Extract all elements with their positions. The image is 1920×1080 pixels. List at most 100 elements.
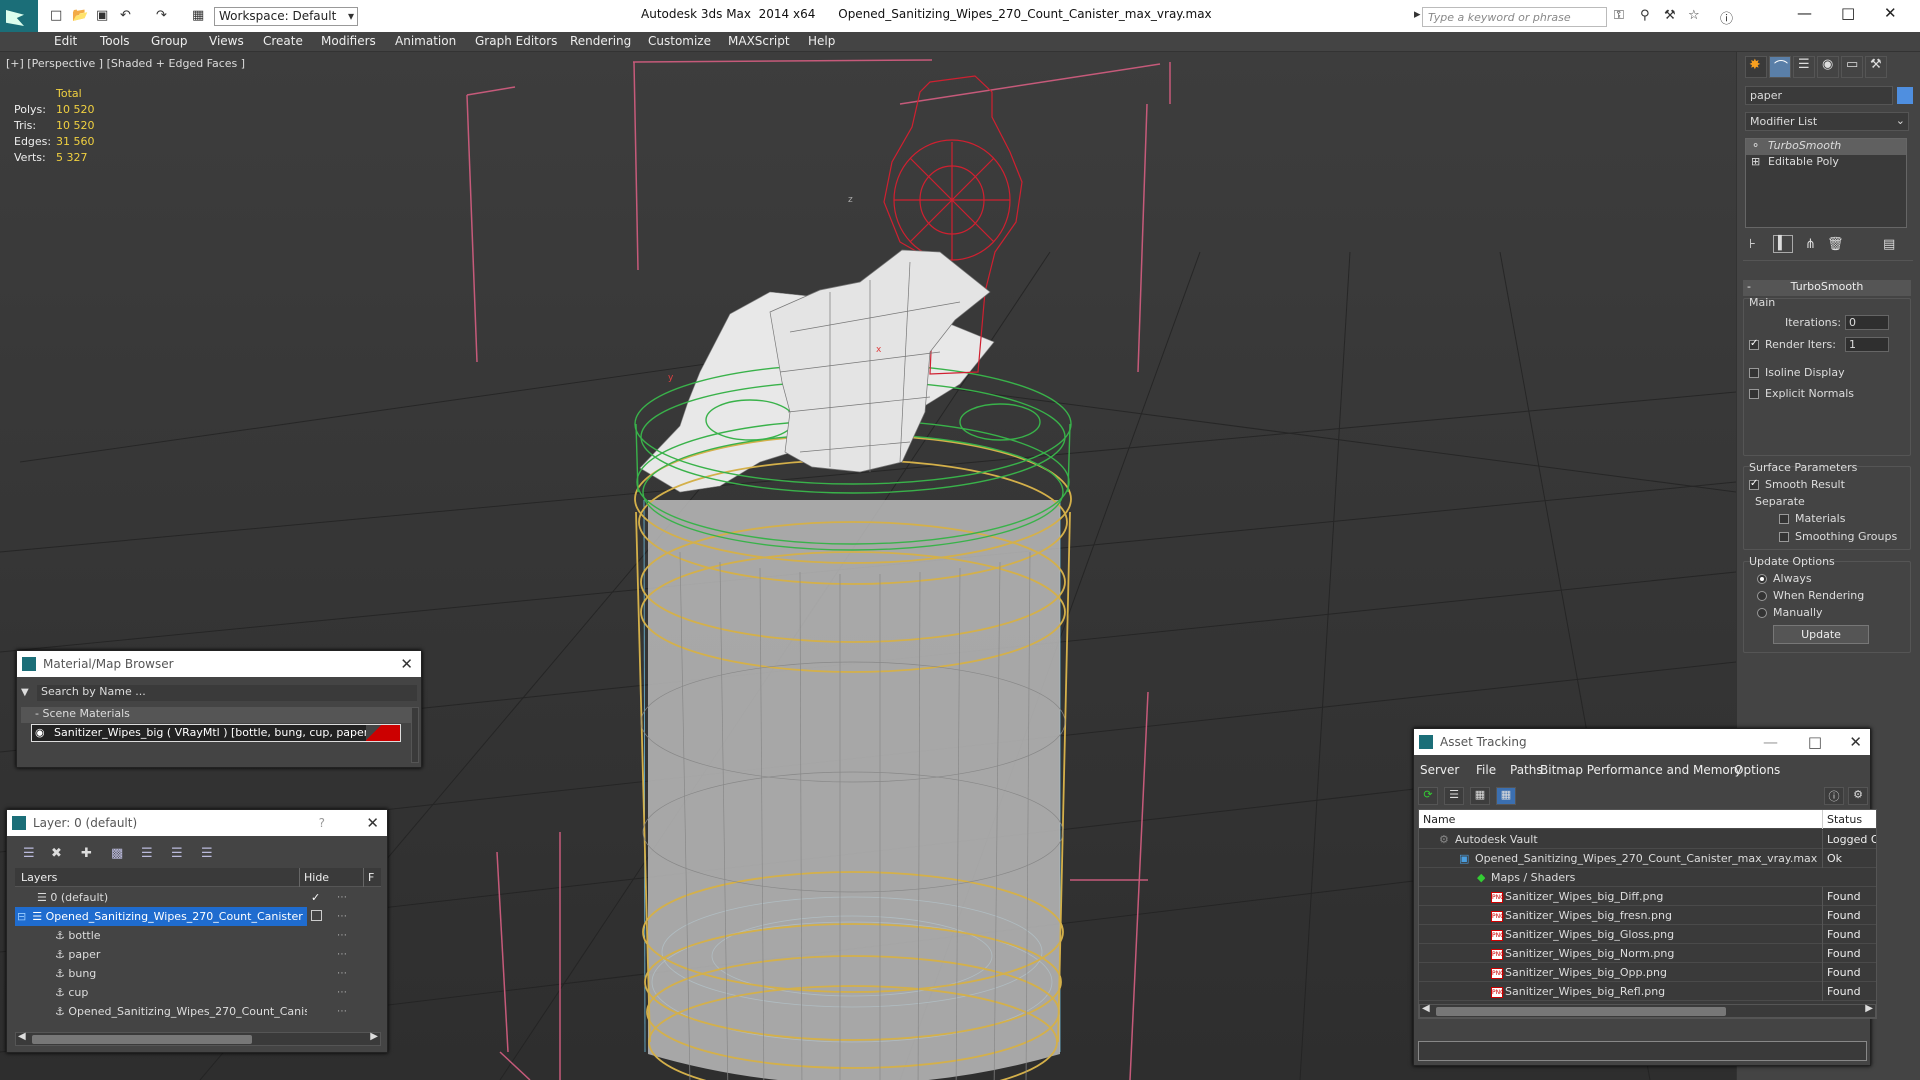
make-unique-icon[interactable]: ⋔: [1805, 237, 1816, 252]
asset-row[interactable]: ◆ Maps / Shaders: [1419, 868, 1876, 887]
hide-toggle[interactable]: ⋯: [337, 892, 347, 903]
keyword-search-input[interactable]: Type a keyword or phrase: [1422, 7, 1607, 27]
smooth-result-checkbox[interactable]: [1749, 478, 1759, 490]
show-end-result-icon[interactable]: ▍: [1773, 235, 1793, 253]
col-layers[interactable]: Layers: [21, 868, 57, 887]
smoothing-groups-checkbox[interactable]: [1779, 532, 1789, 542]
motion-tab-icon[interactable]: ◉: [1817, 56, 1839, 78]
asset-row[interactable]: PNGSanitizer_Wipes_big_fresn.png Found: [1419, 906, 1876, 925]
asset-row[interactable]: ⚙ Autodesk Vault Logged O: [1419, 830, 1876, 849]
stack-item-turbosmooth[interactable]: ⚬ TurboSmooth: [1746, 139, 1906, 155]
object-row[interactable]: ⚓ bottle: [15, 926, 307, 945]
asset-row[interactable]: PNGSanitizer_Wipes_big_Opp.png Found: [1419, 963, 1876, 982]
col-hide[interactable]: Hide: [299, 868, 329, 887]
tree-view-icon[interactable]: ▦: [1470, 787, 1490, 805]
scroll-left-icon[interactable]: ◀: [18, 1031, 26, 1042]
expand-plus-icon[interactable]: ⊞: [1751, 155, 1760, 168]
menu-tools[interactable]: Tools: [100, 34, 130, 48]
help-icon[interactable]: ?: [319, 810, 325, 836]
asset-row[interactable]: PNGSanitizer_Wipes_big_Gloss.png Found: [1419, 925, 1876, 944]
modifier-stack[interactable]: ⚬ TurboSmooth ⊞ Editable Poly: [1745, 138, 1907, 228]
close-icon[interactable]: ✕: [366, 810, 379, 836]
hide-toggle[interactable]: ⋯: [337, 930, 347, 941]
render-iters-spinner[interactable]: 1: [1845, 337, 1889, 352]
iterations-spinner[interactable]: 0: [1845, 315, 1889, 330]
help-icon[interactable]: ⓘ: [1720, 8, 1733, 27]
maximize-icon[interactable]: □: [1808, 729, 1822, 755]
smoothing-groups-row[interactable]: Smoothing Groups: [1779, 530, 1897, 543]
material-item[interactable]: ◉ Sanitizer_Wipes_big ( VRayMtl ) [bottle…: [31, 724, 401, 742]
menu-file[interactable]: File: [1476, 763, 1496, 777]
asset-row[interactable]: PNGSanitizer_Wipes_big_Refl.png Found: [1419, 982, 1876, 1001]
always-row[interactable]: Always: [1757, 572, 1812, 585]
object-row[interactable]: ⚓ cup: [15, 983, 307, 1002]
layer-row[interactable]: ☰ 0 (default) ✓: [15, 888, 320, 907]
layer-row[interactable]: ⊟ ☰ Opened_Sanitizing_Wipes_270_Count_Can…: [15, 907, 307, 926]
col-status[interactable]: Status: [1822, 810, 1876, 829]
scroll-thumb[interactable]: [32, 1035, 252, 1044]
viewport-label[interactable]: [+] [Perspective ] [Shaded + Edged Faces…: [6, 57, 245, 70]
redo-icon[interactable]: ↷: [156, 8, 167, 24]
display-tab-icon[interactable]: ▭: [1841, 56, 1863, 78]
asset-horizontal-scrollbar[interactable]: ◀ ▶: [1419, 1003, 1876, 1018]
menu-create[interactable]: Create: [263, 34, 303, 48]
asset-tracking-titlebar[interactable]: Asset Tracking — □ ✕: [1414, 729, 1870, 755]
asset-row[interactable]: PNGSanitizer_Wipes_big_Diff.png Found: [1419, 887, 1876, 906]
configure-modifier-sets-icon[interactable]: ▤: [1883, 237, 1895, 252]
hierarchy-tab-icon[interactable]: ☰: [1793, 56, 1815, 78]
turbosmooth-rollout-header[interactable]: - TurboSmooth: [1743, 280, 1911, 296]
material-browser-titlebar[interactable]: Material/Map Browser ✕: [17, 651, 421, 677]
menu-group[interactable]: Group: [151, 34, 188, 48]
binoculars-icon[interactable]: ⚿: [1614, 8, 1624, 24]
asset-row[interactable]: PNGSanitizer_Wipes_big_Norm.png Found: [1419, 944, 1876, 963]
table-view-icon[interactable]: ▦: [1496, 787, 1516, 805]
hide-toggle[interactable]: ⋯: [337, 987, 347, 998]
favorites-star-icon[interactable]: ☆: [1688, 8, 1700, 24]
hide-toggle[interactable]: ⋯: [337, 911, 347, 922]
material-scrollbar[interactable]: [411, 707, 419, 763]
community-icon[interactable]: ⚲: [1640, 8, 1650, 24]
always-radio[interactable]: [1757, 574, 1767, 584]
search-expand-icon[interactable]: ▸: [1414, 7, 1421, 23]
hide-all-icon[interactable]: ☰: [171, 846, 187, 861]
delete-layer-icon[interactable]: ✖: [51, 846, 67, 861]
menu-bitmap-performance[interactable]: Bitmap Performance and Memory: [1540, 763, 1742, 777]
new-file-icon[interactable]: □: [50, 8, 62, 24]
hide-toggle[interactable]: ⋯: [337, 968, 347, 979]
pin-stack-icon[interactable]: ⊦: [1749, 237, 1756, 252]
asset-row[interactable]: ▣ Opened_Sanitizing_Wipes_270_Count_Canis…: [1419, 849, 1876, 868]
when-rendering-radio[interactable]: [1757, 591, 1767, 601]
add-selection-icon[interactable]: ✚: [81, 846, 97, 861]
object-row[interactable]: ⚓ paper: [15, 945, 307, 964]
project-folder-icon[interactable]: ▦: [192, 8, 204, 24]
materials-checkbox[interactable]: [1779, 514, 1789, 524]
scroll-left-icon[interactable]: ◀: [1422, 1003, 1430, 1014]
modify-tab-icon[interactable]: ⌒: [1769, 56, 1791, 78]
isoline-display-row[interactable]: Isoline Display: [1749, 366, 1845, 379]
current-layer-check-icon[interactable]: ✓: [311, 888, 320, 907]
object-color-swatch[interactable]: [1897, 87, 1913, 104]
render-iters-row[interactable]: Render Iters:: [1749, 338, 1836, 351]
scroll-thumb[interactable]: [1436, 1007, 1726, 1016]
utilities-tab-icon[interactable]: ⚒: [1865, 56, 1887, 78]
close-icon[interactable]: ✕: [400, 651, 413, 677]
layers-stack-icon[interactable]: ☰: [23, 846, 39, 861]
layer-titlebar[interactable]: Layer: 0 (default)? ✕: [7, 810, 387, 836]
close-icon[interactable]: ✕: [1849, 729, 1862, 755]
menu-edit[interactable]: Edit: [54, 34, 77, 48]
remove-modifier-icon[interactable]: 🗑: [1827, 237, 1844, 252]
modifier-list-dropdown[interactable]: Modifier List ⌄: [1745, 112, 1909, 131]
hide-toggle[interactable]: ⋯: [337, 949, 347, 960]
menu-maxscript[interactable]: MAXScript: [728, 34, 790, 48]
scroll-right-icon[interactable]: ▶: [1865, 1003, 1873, 1014]
scene-materials-group[interactable]: - Scene Materials: [21, 707, 411, 723]
list-view-icon[interactable]: ☰: [1444, 787, 1464, 805]
explicit-normals-checkbox[interactable]: [1749, 389, 1759, 399]
save-icon[interactable]: ▣: [96, 8, 108, 24]
menu-animation[interactable]: Animation: [395, 34, 456, 48]
minimize-icon[interactable]: —: [1797, 4, 1812, 22]
material-search-input[interactable]: Search by Name ...: [37, 685, 417, 701]
workspace-dropdown[interactable]: Workspace: Default: [214, 7, 358, 26]
menu-paths[interactable]: Paths: [1510, 763, 1543, 777]
smooth-result-row[interactable]: Smooth Result: [1749, 478, 1845, 491]
